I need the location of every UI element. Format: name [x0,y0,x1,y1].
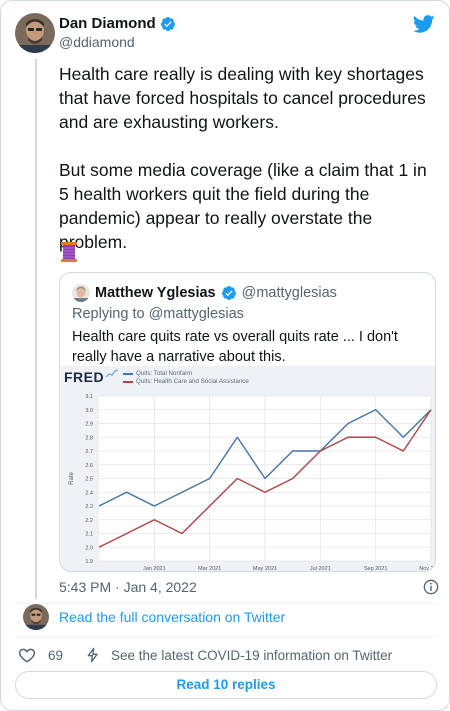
y-tick-label: 2.7 [85,449,93,455]
like-button[interactable]: 69 [18,646,63,664]
read-replies-button[interactable]: Read 10 replies [15,671,437,699]
y-tick-label: 2.9 [85,422,93,428]
verified-badge-icon [160,16,175,31]
y-tick-label: 2.0 [85,545,93,551]
y-tick-label: 3.1 [85,394,93,400]
author-name[interactable]: Dan Diamond [59,15,156,32]
y-tick-label: 2.8 [85,435,93,441]
tweet-card: Dan Diamond @ddiamond Health care really… [0,0,450,711]
quote-author-avatar [72,284,90,302]
quote-author-handle: @mattyglesias [241,285,337,301]
divider-bottom [15,636,437,637]
spool-of-thread-icon [61,242,77,262]
author-avatar[interactable] [15,13,55,53]
y-tick-label: 2.4 [85,490,93,496]
covid-info-text: See the latest COVID-19 information on T… [111,647,393,663]
y-tick-label: 2.3 [85,504,93,510]
tweet-text: Health care really is dealing with key s… [59,64,427,252]
quoted-tweet[interactable]: Matthew Yglesias @mattyglesias Replying … [59,272,436,572]
covid-info-link[interactable]: See the latest COVID-19 information on T… [85,646,392,664]
y-tick-label: 1.9 [85,559,93,565]
y-tick-label: 3.0 [85,408,93,414]
x-tick-label: Mar 2021 [198,566,221,572]
lightning-bolt-icon [87,647,98,663]
y-tick-label: 2.1 [85,532,93,538]
divider-top [15,603,437,604]
small-author-avatar [23,604,49,630]
replying-handle: @mattyglesias [148,306,244,322]
replying-prefix: Replying to [72,306,149,322]
quote-author-name: Matthew Yglesias [95,285,216,301]
fred-chart: FRED Quits: Total Nonfarm Quits: Health … [61,366,436,572]
x-tick-label: Nov 2021 [419,566,436,572]
thread-connector-line [35,59,37,599]
chart-plot: 1.9 2.0 2.1 2.2 2.3 2.4 2.5 2.6 2.7 2.8 2.9 3.0 3.1 R… [69,394,436,572]
timestamp-row: 5:43 PM · Jan 4, 2022 [59,579,439,595]
x-tick-label: Jan 2021 [143,566,166,572]
x-tick-label: Sep 2021 [364,566,388,572]
y-tick-label: 2.5 [85,477,93,483]
author-name-line[interactable]: Dan Diamond [59,15,176,32]
quote-text: Health care quits rate vs overall quits … [72,329,398,365]
y-axis-label: Rate [69,472,75,485]
y-tick-label: 2.2 [85,518,93,524]
x-tick-label: May 2021 [253,566,277,572]
author-handle[interactable]: @ddiamond [59,34,135,50]
info-icon[interactable] [423,579,439,595]
like-count: 69 [48,647,64,663]
tweet-actions: 69 See the latest COVID-19 information o… [18,646,392,664]
heart-icon [18,648,36,663]
tweet-timestamp[interactable]: 5:43 PM · Jan 4, 2022 [59,579,197,595]
y-tick-label: 2.6 [85,463,93,469]
read-full-conversation-link[interactable]: Read the full conversation on Twitter [59,609,285,625]
quote-verified-badge-icon [221,286,236,300]
x-tick-label: Jul 2021 [310,566,331,572]
quote-replying-to: Replying to @mattyglesias [72,306,244,322]
quote-header: Matthew Yglesias @mattyglesias [72,284,337,302]
twitter-bird-icon[interactable] [413,13,435,35]
